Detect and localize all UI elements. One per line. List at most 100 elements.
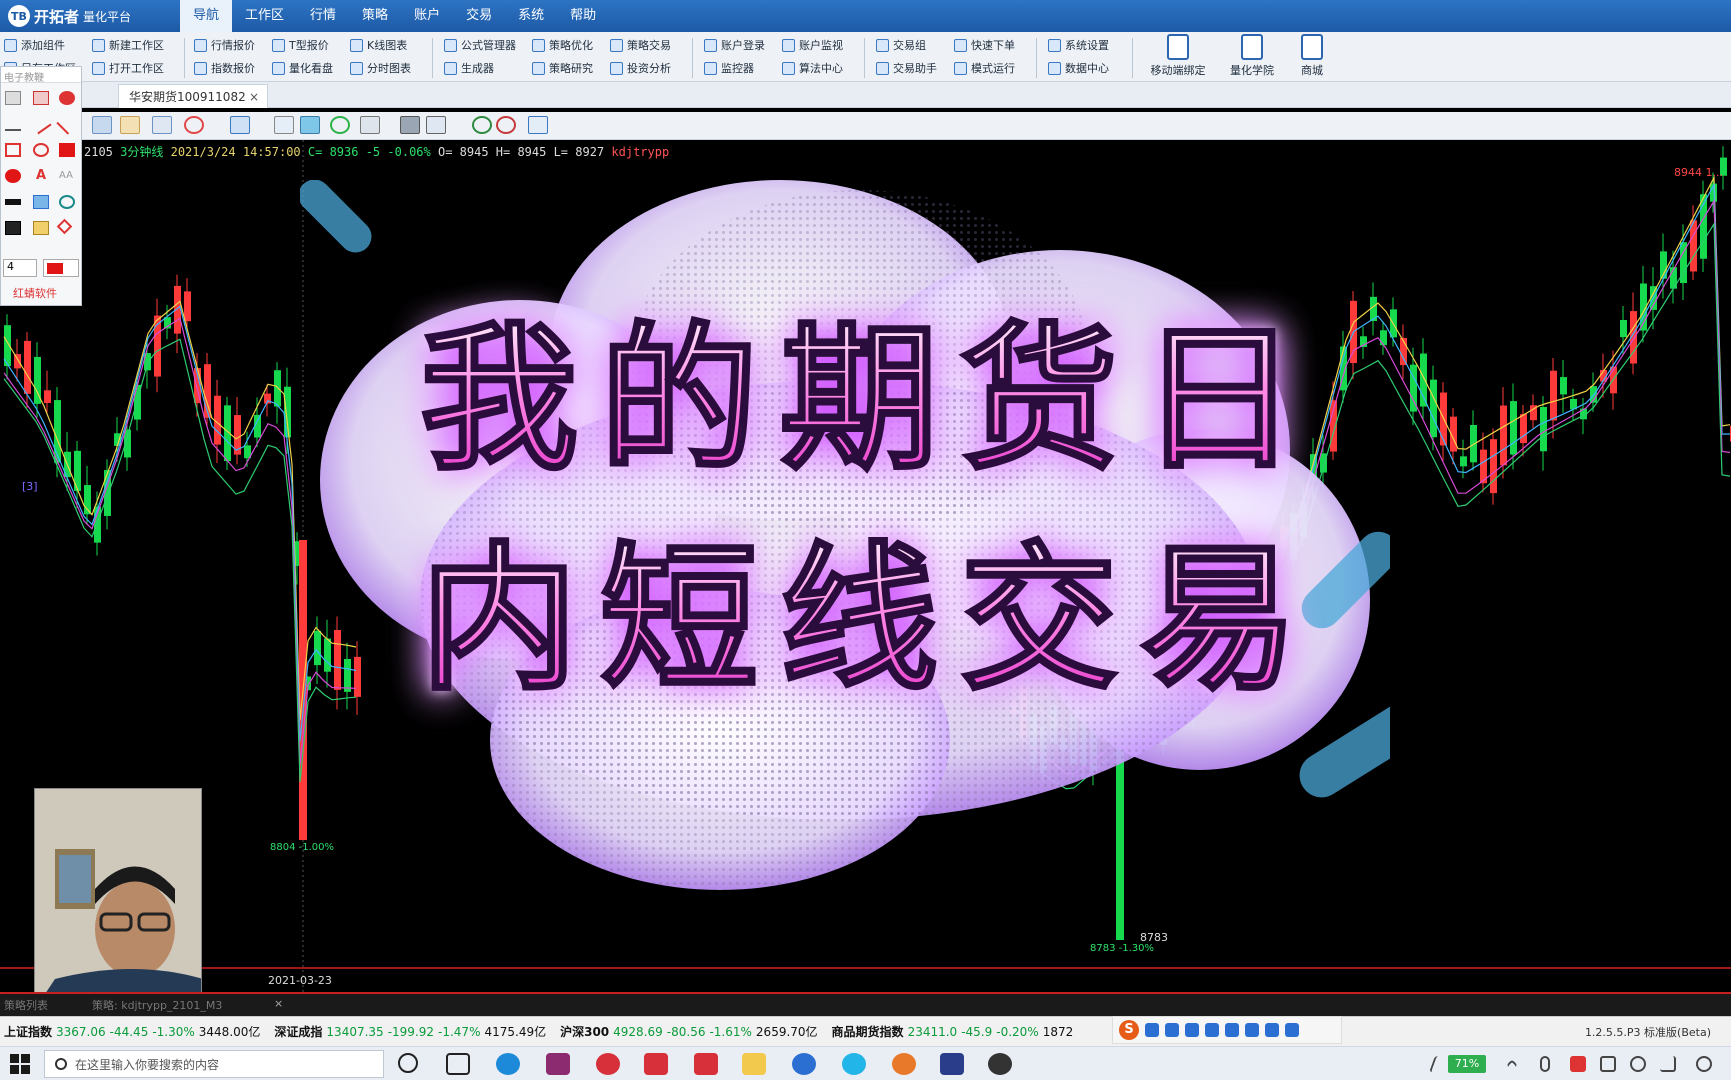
menu-workspace[interactable]: 工作区 xyxy=(232,0,297,32)
colors-icon[interactable] xyxy=(300,116,320,134)
mobile-bind-button[interactable]: 移动端绑定 xyxy=(1142,34,1214,80)
microphone-icon[interactable] xyxy=(1205,1023,1219,1037)
windows-start-icon[interactable] xyxy=(10,1054,30,1074)
menu-quotes[interactable]: 行情 xyxy=(297,0,349,32)
bicycle-red-icon[interactable] xyxy=(496,116,516,134)
pencil-icon[interactable] xyxy=(5,117,21,131)
ellipse-icon[interactable] xyxy=(33,143,49,157)
screen-icon[interactable] xyxy=(426,116,446,134)
task-view-icon[interactable] xyxy=(446,1053,470,1075)
new-workspace-button[interactable]: 新建工作区 xyxy=(92,35,164,55)
trade-group-button[interactable]: 交易组 xyxy=(876,35,926,55)
formula-manager-button[interactable]: 公式管理器 xyxy=(444,35,516,55)
copy-icon[interactable] xyxy=(360,116,380,134)
taskbar-search-input[interactable]: 在这里输入你要搜索的内容 xyxy=(44,1050,384,1078)
pen-icon[interactable] xyxy=(33,91,49,105)
highlighter-icon[interactable] xyxy=(5,199,21,205)
brush-icon[interactable] xyxy=(940,1053,964,1075)
menu-navigate[interactable]: 导航 xyxy=(180,0,233,32)
skin-icon[interactable] xyxy=(1265,1023,1279,1037)
cortana-icon[interactable] xyxy=(398,1053,418,1073)
ticker-name[interactable]: 深证成指 xyxy=(274,1023,322,1040)
recorder-icon[interactable] xyxy=(892,1053,916,1075)
timeshare-chart-button[interactable]: 分时图表 xyxy=(350,58,411,78)
sogou-ime-icon[interactable]: S xyxy=(1119,1020,1139,1040)
algorithm-center-button[interactable]: 算法中心 xyxy=(782,58,843,78)
wifi-icon[interactable] xyxy=(1630,1056,1646,1072)
investment-analysis-button[interactable]: 投资分析 xyxy=(610,58,671,78)
save-icon[interactable] xyxy=(5,221,21,235)
generator-button[interactable]: 生成器 xyxy=(444,58,494,78)
chinese-mode-icon[interactable] xyxy=(1145,1023,1159,1037)
strategy-research-button[interactable]: 策略研究 xyxy=(532,58,593,78)
file-explorer-icon[interactable] xyxy=(742,1053,766,1075)
rectangle-icon[interactable] xyxy=(5,143,21,157)
t-quote-button[interactable]: T型报价 xyxy=(272,35,329,55)
system-settings-button[interactable]: 系统设置 xyxy=(1048,35,1109,55)
account-monitor-button[interactable]: 账户监视 xyxy=(782,35,843,55)
close-icon[interactable]: × xyxy=(249,90,259,104)
trade-assistant-button[interactable]: 交易助手 xyxy=(876,58,937,78)
filled-ellipse-icon[interactable] xyxy=(5,169,21,183)
toolbox-icon[interactable] xyxy=(1285,1023,1299,1037)
arrow-icon[interactable] xyxy=(56,113,78,135)
camera-icon[interactable] xyxy=(528,116,548,134)
tb-platform-icon[interactable] xyxy=(792,1053,816,1075)
menu-strategy[interactable]: 策略 xyxy=(349,0,401,32)
export-icon[interactable] xyxy=(152,116,172,134)
zoom-icon[interactable] xyxy=(59,195,75,209)
layout-icon[interactable] xyxy=(92,116,112,134)
text-icon[interactable]: A xyxy=(33,169,49,183)
recording-icon[interactable] xyxy=(1570,1056,1586,1072)
filled-rectangle-icon[interactable] xyxy=(59,143,75,157)
clear-icon[interactable] xyxy=(59,91,75,105)
period-label[interactable]: 3分钟线 xyxy=(120,145,163,159)
microphone-icon[interactable] xyxy=(1540,1056,1550,1072)
clock-icon[interactable] xyxy=(184,116,204,134)
window-icon[interactable] xyxy=(400,116,420,134)
network-icon[interactable] xyxy=(1600,1056,1616,1072)
app-red-icon[interactable] xyxy=(644,1053,668,1075)
close-icon[interactable]: × xyxy=(274,997,283,1010)
ticker-name[interactable]: 沪深300 xyxy=(560,1023,609,1040)
chevron-up-icon[interactable] xyxy=(1506,1059,1518,1071)
tab-account-workspace[interactable]: 华安期货100911082 × xyxy=(118,84,268,108)
strategy-trade-button[interactable]: 策略交易 xyxy=(610,35,671,55)
diamond-icon[interactable] xyxy=(56,218,73,235)
color-picker[interactable] xyxy=(43,259,79,277)
user-icon[interactable] xyxy=(1245,1023,1259,1037)
add-component-button[interactable]: 添加组件 xyxy=(4,35,65,55)
battery-indicator[interactable]: 71% xyxy=(1448,1055,1486,1073)
stroke-size-select[interactable]: 4 xyxy=(3,259,37,277)
pen-tray-icon[interactable] xyxy=(1429,1056,1441,1072)
obs-icon[interactable] xyxy=(988,1053,1012,1075)
ticker-name[interactable]: 商品期货指数 xyxy=(832,1023,904,1040)
open-icon[interactable] xyxy=(33,221,49,235)
grid-icon[interactable] xyxy=(120,116,140,134)
menu-trade[interactable]: 交易 xyxy=(453,0,505,32)
data-center-button[interactable]: 数据中心 xyxy=(1048,58,1109,78)
open-workspace-button[interactable]: 打开工作区 xyxy=(92,58,164,78)
screenshot-icon[interactable] xyxy=(33,195,49,209)
indicator-name[interactable]: kdjtrypp xyxy=(611,145,669,159)
store-button[interactable]: 商城 xyxy=(1276,34,1348,80)
index-quote-button[interactable]: 指数报价 xyxy=(194,58,255,78)
text-outline-icon[interactable]: AA xyxy=(59,169,75,183)
indicator-icon[interactable] xyxy=(274,116,294,134)
notification-icon[interactable] xyxy=(1696,1056,1712,1072)
menu-account[interactable]: 账户 xyxy=(401,0,453,32)
mode-run-button[interactable]: 模式运行 xyxy=(954,58,1015,78)
eraser-icon[interactable] xyxy=(5,91,21,105)
app-red-2-icon[interactable] xyxy=(694,1053,718,1075)
menu-system[interactable]: 系统 xyxy=(505,0,557,32)
tab-strategy-detail[interactable]: 策略: kdjtrypp_2101_M3 xyxy=(92,997,222,1013)
netease-music-icon[interactable] xyxy=(596,1053,620,1075)
kline-chart-button[interactable]: K线图表 xyxy=(350,35,407,55)
keyboard-icon[interactable] xyxy=(1225,1023,1239,1037)
emoji-icon[interactable] xyxy=(1185,1023,1199,1037)
bicycle-icon[interactable] xyxy=(472,116,492,134)
browser-icon[interactable] xyxy=(842,1053,866,1075)
menu-help[interactable]: 帮助 xyxy=(557,0,609,32)
edge-icon[interactable] xyxy=(496,1053,520,1075)
quote-board-button[interactable]: 行情报价 xyxy=(194,35,255,55)
